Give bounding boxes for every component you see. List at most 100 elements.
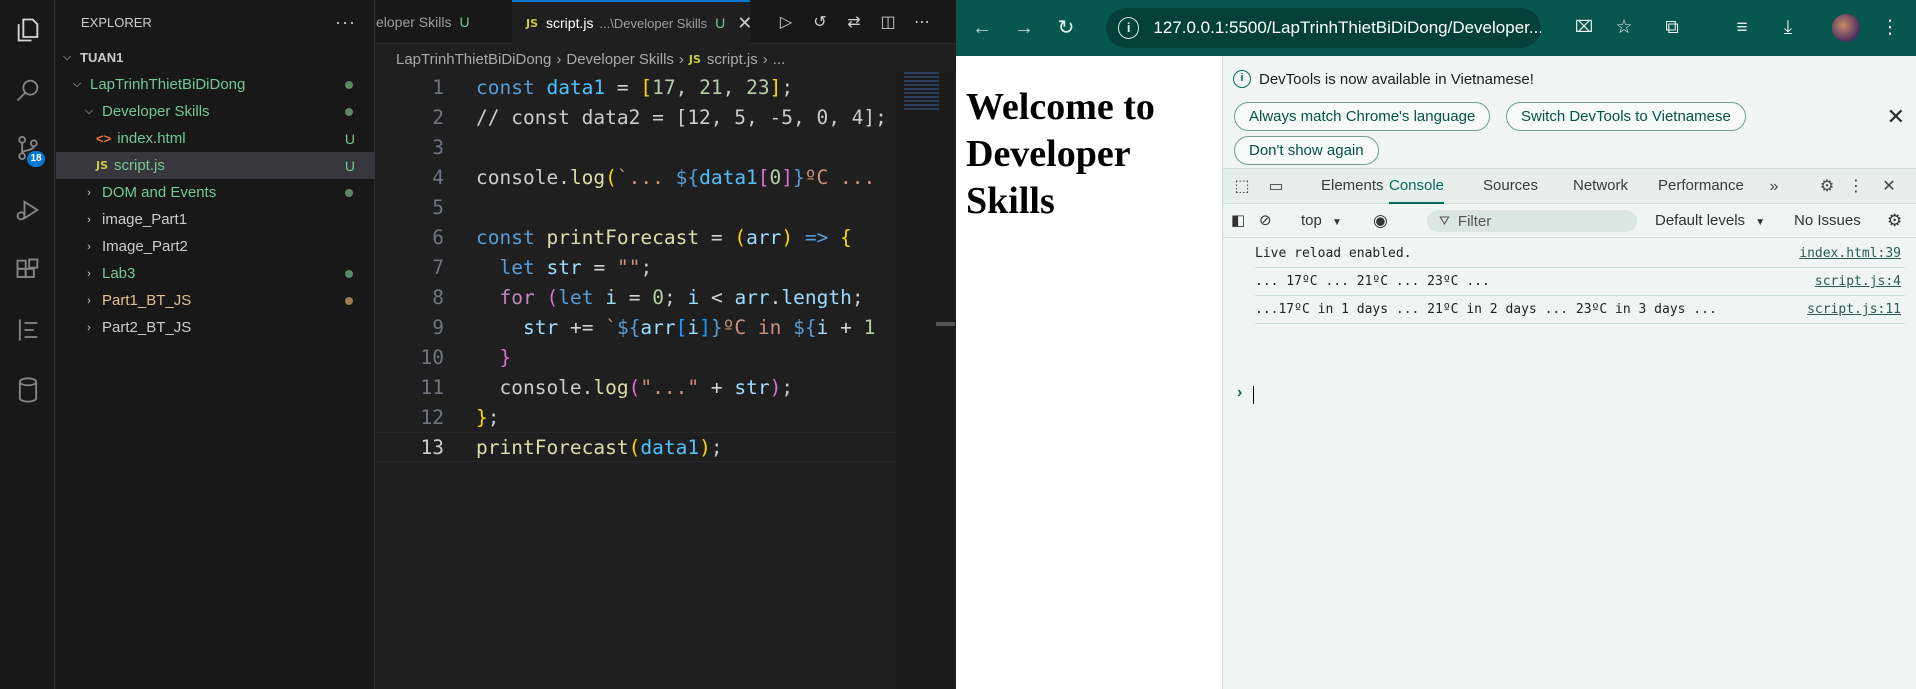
devtools-panel: i DevTools is now available in Vietnames… — [1222, 56, 1916, 689]
line-content: // const data2 = [12, 5, -5, 0, 4]; — [476, 105, 887, 129]
file-index-html[interactable]: <> index.html U — [56, 125, 375, 152]
tab-network[interactable]: Network — [1573, 169, 1628, 204]
more-actions-icon[interactable]: ⋯ — [912, 12, 932, 32]
issues-button[interactable]: No Issues — [1794, 211, 1861, 231]
minimap[interactable] — [896, 72, 955, 689]
console-message: Live reload enabled. index.html:39 — [1255, 240, 1905, 268]
forward-icon[interactable]: → — [1010, 14, 1038, 42]
sidebar-toggle-icon[interactable]: ◧ — [1231, 211, 1245, 231]
console-settings-icon[interactable]: ⚙ — [1887, 211, 1902, 231]
code-line: 4 console.log(`... ${data1[0]}ºC ... — [376, 162, 896, 192]
modified-dot — [345, 296, 353, 305]
folder-label: Part1_BT_JS — [102, 292, 192, 309]
console-message-text: ... 17ºC ... 21ºC ... 23ºC ... — [1255, 274, 1490, 289]
filter-icon: ⛛ — [1439, 213, 1450, 228]
back-icon[interactable]: ← — [968, 14, 996, 42]
untracked-mark: U — [344, 157, 355, 174]
breadcrumb-item[interactable]: script.js — [707, 51, 758, 68]
breadcrumb-item[interactable]: LapTrinhThietBiDiDong — [396, 51, 551, 68]
site-info-icon[interactable]: i — [1118, 17, 1140, 39]
inspect-element-icon[interactable]: ⬚ — [1231, 177, 1253, 197]
tab-sources[interactable]: Sources — [1483, 169, 1538, 204]
file-script-js[interactable]: JS script.js U — [56, 152, 375, 179]
workspace-root[interactable]: ⌵ TUAN1 — [56, 44, 375, 71]
folder-part2-bt-js[interactable]: › Part2_BT_JS — [56, 314, 375, 341]
folder-lab3[interactable]: › Lab3 — [56, 260, 375, 287]
run-icon[interactable]: ▷ — [776, 12, 796, 32]
translate-icon[interactable]: ⌧ — [1570, 14, 1598, 42]
folder-image-part2[interactable]: › Image_Part2 — [56, 233, 375, 260]
chevron-right-icon: › — [556, 50, 562, 68]
tab-console[interactable]: Console — [1389, 169, 1444, 204]
more-actions-icon[interactable]: ··· — [335, 12, 356, 33]
media-queue-icon[interactable]: ≡ — [1728, 14, 1756, 42]
context-selector[interactable]: top ▼ — [1301, 211, 1342, 231]
line-content: console.log(`... ${data1[0]}ºC ... — [476, 165, 876, 189]
profile-avatar[interactable] — [1832, 14, 1860, 42]
reload-icon[interactable]: ↻ — [1052, 14, 1080, 42]
tab-elements[interactable]: Elements — [1321, 169, 1384, 204]
close-devtools-icon[interactable]: ✕ — [1878, 177, 1900, 197]
line-number: 1 — [432, 75, 444, 99]
explorer-header: EXPLORER ··· — [56, 0, 374, 44]
line-number: 7 — [432, 255, 444, 279]
source-control-icon[interactable]: 18 — [0, 124, 55, 172]
browser-toolbar: ← → ↻ i 127.0.0.1:5500/LapTrinhThietBiDi… — [956, 0, 1916, 56]
clear-console-icon[interactable]: ⊘ — [1259, 211, 1272, 231]
run-debug-icon[interactable] — [0, 186, 55, 234]
explorer-panel: EXPLORER ··· ⌵ TUAN1 ⌵ LapTrinhThietBiDi… — [56, 0, 375, 689]
bookmark-star-icon[interactable]: ☆ — [1610, 14, 1638, 42]
line-number: 6 — [432, 225, 444, 249]
url-text: 127.0.0.1:5500/LapTrinhThietBiDiDong/Dev… — [1153, 18, 1541, 37]
search-icon[interactable] — [0, 66, 55, 114]
chevron-right-icon: › — [87, 186, 91, 199]
more-options-icon[interactable]: ⋮ — [1845, 177, 1867, 197]
scrollbar-thumb[interactable] — [936, 322, 955, 326]
code-line: 5 — [376, 192, 896, 222]
console-source-link[interactable]: script.js:11 — [1807, 302, 1901, 317]
dont-show-again-button[interactable]: Don't show again — [1234, 136, 1379, 165]
console-toolbar: ◧ ⊘ top ▼ ◉ ⛛ Filter Default levels ▼ No… — [1223, 204, 1916, 238]
breadcrumb-item[interactable]: Developer Skills — [566, 51, 674, 68]
compare-changes-icon[interactable]: ⇄ — [844, 12, 864, 32]
tab-index-html[interactable]: eloper Skills U — [376, 0, 506, 44]
folder-dom-events[interactable]: › DOM and Events — [56, 179, 375, 206]
folder-part1-bt-js[interactable]: › Part1_BT_JS — [56, 287, 375, 314]
download-icon[interactable]: ⤓ — [1774, 14, 1802, 42]
console-source-link[interactable]: index.html:39 — [1799, 246, 1901, 261]
log-levels-dropdown[interactable]: Default levels ▼ — [1655, 211, 1765, 231]
address-bar[interactable]: i 127.0.0.1:5500/LapTrinhThietBiDiDong/D… — [1106, 8, 1541, 48]
tab-script-js[interactable]: JS script.js ...\Developer Skills U ✕ — [512, 0, 752, 44]
timeline-icon[interactable]: ↺ — [810, 12, 830, 32]
filter-input[interactable]: ⛛ Filter — [1427, 210, 1637, 232]
more-tabs-icon[interactable]: » — [1763, 177, 1785, 197]
live-expression-eye-icon[interactable]: ◉ — [1373, 211, 1388, 231]
page-heading: Welcome to Developer Skills — [966, 86, 1155, 222]
extensions-icon[interactable]: ⧉ — [1658, 14, 1686, 42]
settings-gear-icon[interactable]: ⚙ — [1816, 177, 1838, 197]
device-toolbar-icon[interactable]: ▭ — [1265, 177, 1287, 197]
code-line-current: 13 printForecast(data1); — [376, 432, 896, 462]
breadcrumb-item[interactable]: ... — [773, 51, 786, 68]
close-icon[interactable]: ✕ — [737, 13, 752, 34]
outline-icon[interactable] — [0, 306, 55, 354]
folder-label: Image_Part2 — [102, 238, 188, 255]
menu-icon[interactable]: ⋮ — [1876, 14, 1904, 42]
source-control-badge: 18 — [27, 151, 45, 167]
line-number: 4 — [432, 165, 444, 189]
split-editor-icon[interactable]: ◫ — [878, 12, 898, 32]
folder-developer-skills[interactable]: ⌵ Developer Skills — [56, 98, 375, 125]
tab-performance[interactable]: Performance — [1658, 169, 1744, 204]
always-match-language-button[interactable]: Always match Chrome's language — [1234, 102, 1491, 131]
database-icon[interactable] — [0, 366, 55, 414]
console-input-caret[interactable] — [1253, 386, 1254, 404]
close-icon[interactable]: ✕ — [1887, 104, 1905, 130]
vscode-window: 18 EXPLORER ··· ⌵ TUAN1 ⌵ LapTrinhThietB… — [0, 0, 955, 689]
folder-label: Developer Skills — [102, 103, 210, 120]
folder-image-part1[interactable]: › image_Part1 — [56, 206, 375, 233]
explorer-icon[interactable] — [0, 6, 55, 54]
console-source-link[interactable]: script.js:4 — [1815, 274, 1901, 289]
switch-to-vietnamese-button[interactable]: Switch DevTools to Vietnamese — [1506, 102, 1746, 131]
folder-laptrinh[interactable]: ⌵ LapTrinhThietBiDiDong — [56, 71, 375, 98]
extensions-icon[interactable] — [0, 246, 55, 294]
